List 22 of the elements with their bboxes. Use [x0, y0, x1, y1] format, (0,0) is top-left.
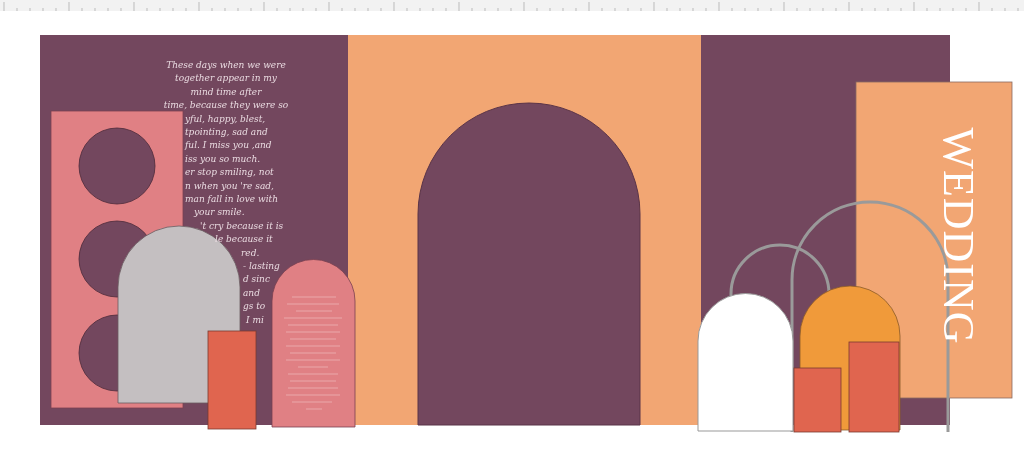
poem-line: le because it: [215, 235, 273, 245]
poem-line: and: [243, 288, 260, 298]
poem-line: your smile.: [194, 208, 245, 218]
poem-line: 't cry because it is: [200, 221, 284, 231]
block-shape: [793, 367, 842, 433]
poem-line: - lasting: [243, 262, 280, 271]
poem-line: man fall in love with: [185, 195, 278, 204]
poem-line: yful, happy, blest,: [185, 114, 266, 124]
poem-line: red.: [241, 248, 260, 258]
wedding-title: WEDDING: [936, 127, 980, 345]
poem-line: tpointing, sad and: [185, 128, 268, 137]
poem-line: ful. I miss you ,and: [185, 141, 272, 151]
poem-line: iss you so much.: [185, 154, 261, 164]
poem-line: I mi: [246, 315, 264, 325]
poem-line: These days when we were: [166, 61, 286, 70]
poem-line: n when you 're sad,: [185, 181, 274, 191]
poem-line: mind time after: [190, 87, 262, 97]
poem-line: er stop smiling, not: [185, 168, 274, 178]
poem-line: together appear in my: [175, 74, 277, 84]
poem-line: d sinc: [243, 275, 270, 285]
poem-line: time, because they were so: [163, 101, 289, 111]
poem-line: gs to: [243, 302, 266, 312]
